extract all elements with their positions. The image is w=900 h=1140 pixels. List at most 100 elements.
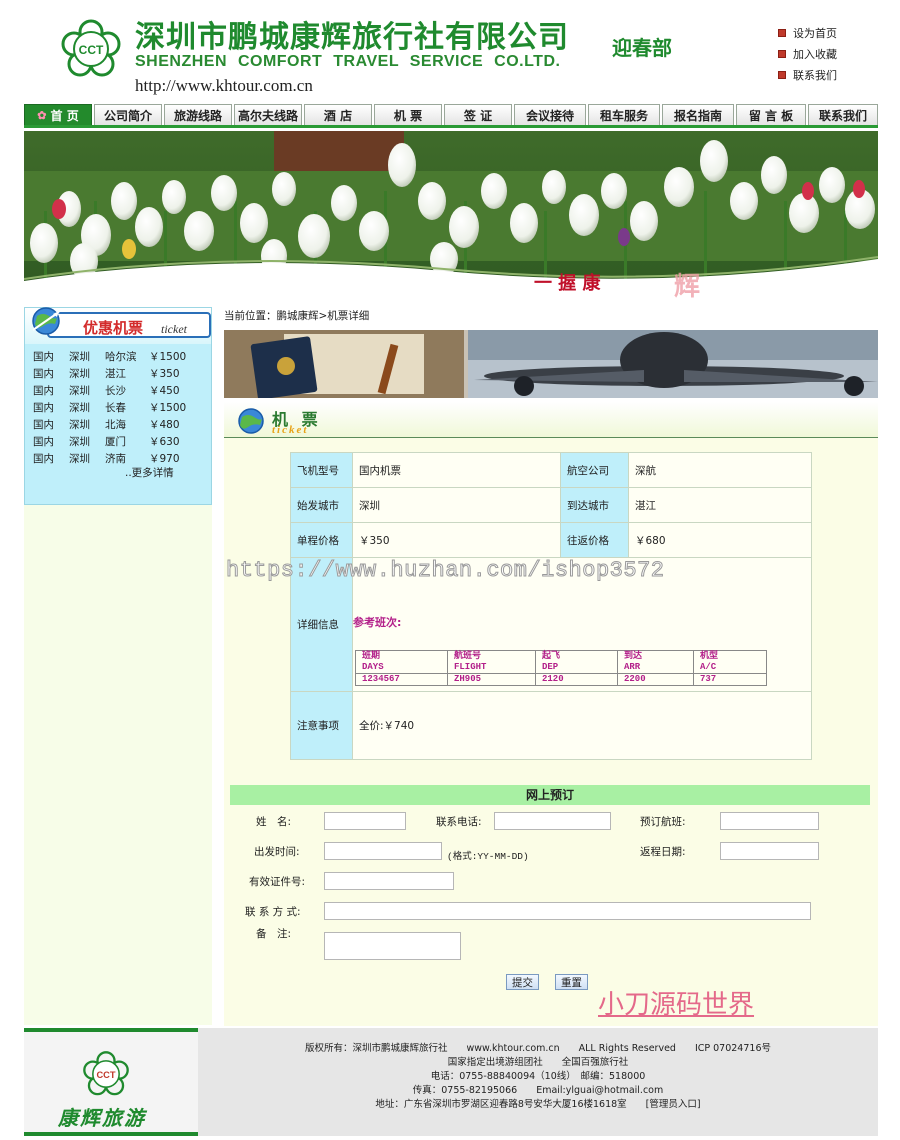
nav-visa[interactable]: 签 证 [444, 104, 512, 125]
name-input[interactable] [324, 812, 406, 830]
flight-input[interactable] [720, 812, 819, 830]
ticket-detail-panel: 机 票 ticket 飞机型号 国内机票 航空公司 深航 始发城市 深圳 到达城… [224, 402, 878, 1026]
submit-button[interactable]: 提交 [506, 974, 539, 990]
remark-textarea[interactable] [324, 932, 461, 960]
return-date-label: 返程日期: [640, 846, 686, 858]
bullet-icon [778, 28, 786, 37]
list-item[interactable]: 国内 深圳 哈尔滨 ￥1500 [33, 348, 209, 365]
to-city-value: 湛江 [628, 487, 812, 523]
list-item[interactable]: 国内 深圳 长沙 ￥450 [33, 382, 209, 399]
cct-logo-icon: CCT [61, 19, 121, 77]
table-row: 单程价格 ￥350 往返价格 ￥680 [290, 522, 812, 558]
main-nav: ✿ 首 页 公司简介 旅游线路 高尔夫线路 酒 店 机 票 签 证 会议接待 租车… [24, 104, 878, 128]
set-homepage-link[interactable]: 设为首页 [778, 22, 837, 43]
nav-home[interactable]: ✿ 首 页 [24, 104, 92, 125]
passport-airplane-image [224, 330, 878, 398]
ticket-detail-table: 飞机型号 国内机票 航空公司 深航 始发城市 深圳 到达城市 湛江 单程价格 ￥… [290, 452, 812, 760]
depart-date-input[interactable] [324, 842, 442, 860]
flower-icon: ✿ [37, 108, 47, 122]
hero-banner: 一 握 康 辉 [24, 131, 878, 299]
flight-label: 预订航班: [640, 816, 686, 828]
nav-hotel[interactable]: 酒 店 [304, 104, 372, 125]
logo-text: CCT [79, 43, 104, 57]
nav-about[interactable]: 公司简介 [94, 104, 162, 125]
table-row: 1234567 ZH905 2120 2200 737 [355, 673, 767, 686]
table-row: 注意事项 全价:￥740 [290, 691, 812, 760]
copyright-line: 版权所有：深圳市鹏城康辉旅行社 www.khtour.com.cn ALL Ri… [305, 1043, 771, 1054]
tulip-banner-image: 一 握 康 辉 [24, 131, 878, 299]
flight-schedule-table: 班期 DAYS 航班号 FLIGHT 起飞 DEP 到达 ARR 机型 A/C 12345… [355, 650, 767, 686]
airline-label: 航空公司 [560, 452, 629, 488]
panel-title: 优惠机票 [83, 319, 144, 337]
list-item[interactable]: 国内 深圳 湛江 ￥350 [33, 365, 209, 382]
list-item[interactable]: 国内 深圳 长春 ￥1500 [33, 399, 209, 416]
globe-plane-icon [32, 307, 60, 335]
bullet-icon [778, 70, 786, 79]
return-date-input[interactable] [720, 842, 819, 860]
bullet-icon [778, 49, 786, 58]
panel-header: 优惠机票 ticket [25, 307, 211, 344]
company-name-cn: 深圳市鹏城康辉旅行社有限公司 [135, 20, 569, 55]
ticket-section-header: 机 票 ticket [224, 402, 878, 438]
table-row: 始发城市 深圳 到达城市 湛江 [290, 487, 812, 523]
single-price-value: ￥350 [352, 522, 561, 558]
site-footer: CCT 康辉旅游 版权所有：深圳市鹏城康辉旅行社 www.khtour.com.… [24, 1028, 878, 1136]
discount-ticket-panel: 优惠机票 ticket 国内 深圳 哈尔滨 ￥1500 国内 深圳 湛江 ￥350 国内 深圳… [24, 307, 212, 505]
nav-guestbook[interactable]: 留 言 板 [736, 104, 806, 125]
airline-value: 深航 [628, 452, 812, 488]
single-price-label: 单程价格 [290, 522, 353, 558]
phone-line: 电话：0755-88840094（10线） 邮编：518000 [430, 1071, 646, 1082]
url-watermark: https://www.huzhan.com/ishop3572 [225, 558, 665, 584]
to-city-label: 到达城市 [560, 487, 629, 523]
name-label: 姓 名: [256, 816, 292, 828]
ticket-header-subtitle: ticket [272, 424, 309, 436]
from-city-label: 始发城市 [290, 487, 353, 523]
schedule-caption: 参考班次: [353, 616, 402, 629]
breadcrumb: 当前位置：鹏城康辉>机票详细 [224, 310, 370, 322]
address-line[interactable]: 地址：广东省深圳市罗湖区迎春路8号安华大厦16楼1618室 [管理员入口] [198, 1098, 878, 1112]
nav-contact[interactable]: 联系我们 [808, 104, 878, 125]
nav-tours[interactable]: 旅游线路 [164, 104, 232, 125]
footer-brand-name: 康辉旅游 [58, 1106, 146, 1130]
author-watermark: 小刀源码世界 [598, 990, 755, 1020]
return-price-label: 往返价格 [560, 522, 629, 558]
svg-text:CCT: CCT [96, 1070, 115, 1080]
globe-icon [238, 408, 264, 434]
nav-conference[interactable]: 会议接待 [514, 104, 586, 125]
from-city-value: 深圳 [352, 487, 561, 523]
company-name-en: SHENZHEN COMFORT TRAVEL SERVICE CO.LTD. [135, 53, 561, 70]
cct-logo-icon: CCT [83, 1051, 129, 1096]
footer-brand-block: CCT 康辉旅游 [24, 1028, 198, 1136]
table-row: 飞机型号 国内机票 航空公司 深航 [290, 452, 812, 488]
nav-ticket[interactable]: 机 票 [374, 104, 442, 125]
site-header: CCT 深圳市鹏城康辉旅行社有限公司 迎春部 SHENZHEN COMFORT … [0, 0, 900, 100]
site-url[interactable]: http://www.khtour.com.cn [135, 76, 313, 96]
phone-input[interactable] [494, 812, 611, 830]
nav-golf[interactable]: 高尔夫线路 [234, 104, 302, 125]
add-favorite-link[interactable]: 加入收藏 [778, 43, 837, 64]
notes-label: 注意事项 [290, 691, 353, 760]
fax-email-line: 传真：0755-82195066 Email:ylguai@hotmail.co… [412, 1085, 664, 1096]
department-name: 迎春部 [612, 36, 672, 60]
left-column-bg [24, 505, 212, 1025]
quick-links: 设为首页 加入收藏 联系我们 [778, 22, 837, 85]
travel-photo-strip [224, 330, 878, 398]
more-details-link[interactable]: ..更多详情 [125, 465, 174, 480]
banner-slogan-2: 辉 [674, 272, 700, 299]
nav-guide[interactable]: 报名指南 [662, 104, 734, 125]
phone-label: 联系电话: [436, 816, 482, 828]
return-price-value: ￥680 [628, 522, 812, 558]
list-item[interactable]: 国内 深圳 厦门 ￥630 [33, 433, 209, 450]
reset-button[interactable]: 重置 [555, 974, 588, 990]
nav-car-rental[interactable]: 租车服务 [588, 104, 660, 125]
id-number-input[interactable] [324, 872, 454, 890]
contact-us-link[interactable]: 联系我们 [778, 64, 837, 85]
contact-input[interactable] [324, 902, 811, 920]
list-item[interactable]: 国内 深圳 济南 ￥970 [33, 450, 209, 467]
table-row: 班期 DAYS 航班号 FLIGHT 起飞 DEP 到达 ARR 机型 A/C [355, 650, 767, 674]
banner-slogan: 一 握 康 [534, 272, 602, 294]
ticket-list: 国内 深圳 哈尔滨 ￥1500 国内 深圳 湛江 ￥350 国内 深圳 长沙 ￥450 国内 深圳长… [33, 348, 209, 467]
list-item[interactable]: 国内 深圳 北海 ￥480 [33, 416, 209, 433]
plane-type-label: 飞机型号 [290, 452, 353, 488]
contact-label: 联 系 方 式: [245, 906, 301, 918]
